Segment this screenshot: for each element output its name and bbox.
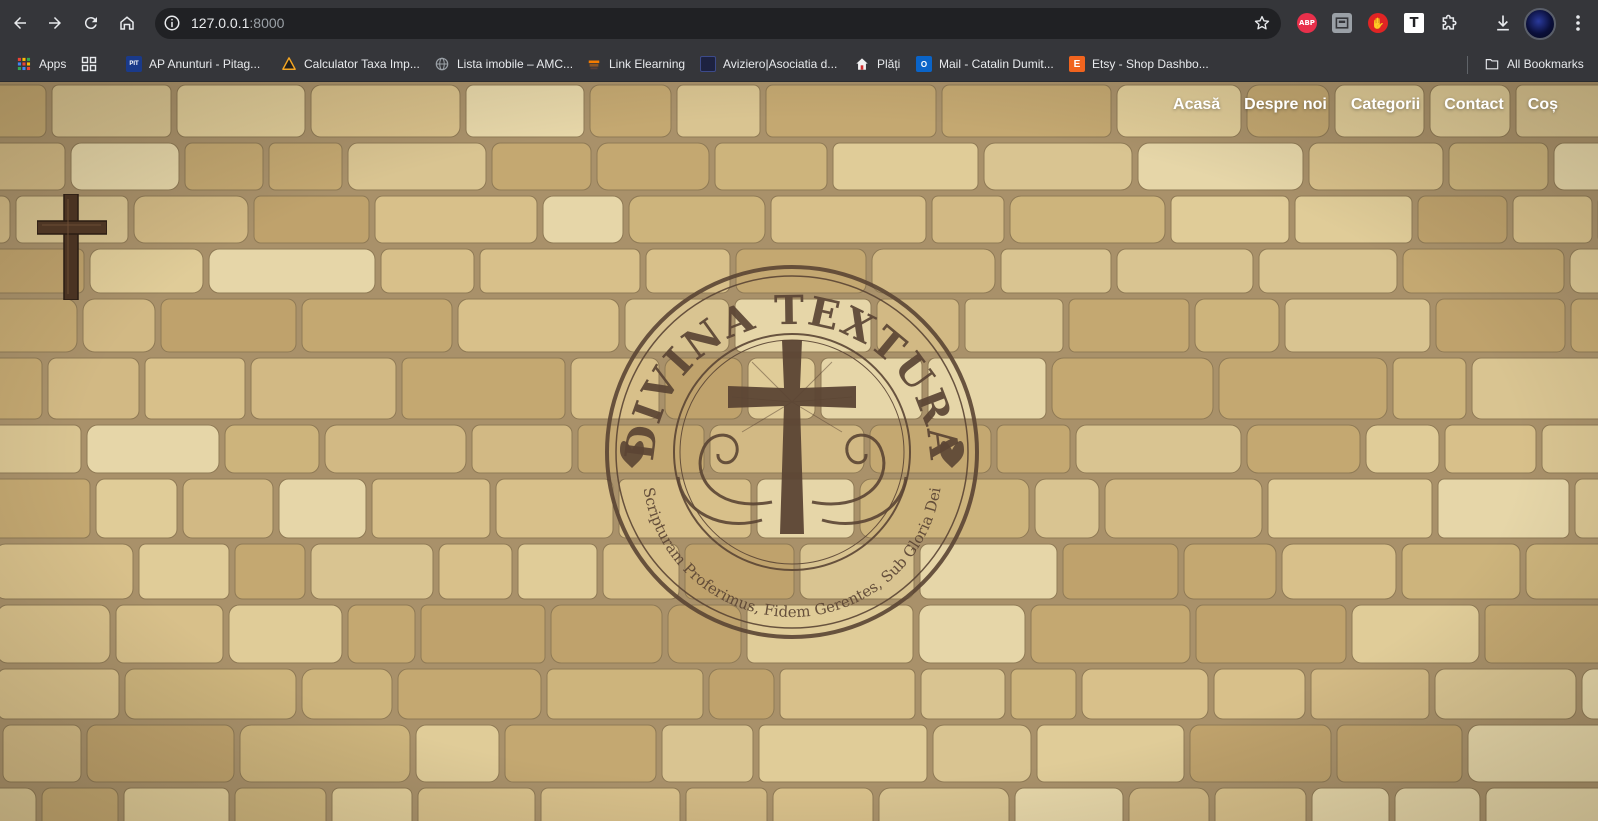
nav-categorii[interactable]: Categorii <box>1351 96 1420 114</box>
apps-icon <box>16 56 32 72</box>
bookmark-lista-imobile[interactable]: Lista imobile – AMC... <box>434 54 573 74</box>
elearning-icon <box>586 56 602 72</box>
house-icon <box>854 56 870 72</box>
t-extension-icon[interactable]: T <box>1404 13 1424 33</box>
bookmarks-bar: Apps PIT AP Anunturi - Pitag... Calculat… <box>0 46 1598 82</box>
url-port: :8000 <box>249 15 285 31</box>
adblock-extension-icon[interactable]: ABP <box>1297 13 1317 33</box>
bookmark-mail[interactable]: O Mail - Catalin Dumit... <box>916 54 1054 74</box>
bookmark-label: AP Anunturi - Pitag... <box>149 57 261 71</box>
bookmark-label: Apps <box>39 57 67 71</box>
extensions-puzzle-icon[interactable] <box>1440 13 1460 33</box>
nav-despre-noi[interactable]: Despre noi <box>1244 96 1327 114</box>
stop-hand-extension-icon[interactable]: ✋ <box>1368 13 1388 33</box>
bookmark-label: Link Elearning <box>609 57 686 71</box>
bookmark-label: Calculator Taxa Imp... <box>304 57 420 71</box>
reload-icon[interactable] <box>78 10 104 36</box>
browser-toolbar: 127.0.0.1:8000 ABP ✋ T <box>0 0 1598 46</box>
calculator-icon <box>281 56 297 72</box>
outlook-icon: O <box>916 56 932 72</box>
bookmark-apps[interactable]: Apps <box>16 54 66 74</box>
bookmark-plati[interactable]: Plăți <box>854 54 900 74</box>
bookmark-label: Mail - Catalin Dumit... <box>939 57 1054 71</box>
globe-icon <box>434 56 450 72</box>
site-navigation: Acasă Despre noi Categorii Contact Coș <box>1173 96 1558 114</box>
folder-icon <box>1484 56 1500 72</box>
site-info-icon[interactable] <box>163 14 181 32</box>
menu-icon[interactable] <box>1570 13 1586 33</box>
back-icon[interactable] <box>7 10 33 36</box>
page-viewport: Acasă Despre noi Categorii Contact Coș D… <box>0 82 1598 821</box>
pit-icon: PIT <box>126 56 142 72</box>
profile-avatar[interactable] <box>1524 8 1556 40</box>
bookmarks-separator <box>1467 56 1468 74</box>
nav-cos[interactable]: Coș <box>1528 96 1558 114</box>
bookmark-star-icon[interactable] <box>1253 14 1271 32</box>
frame-extension-icon[interactable] <box>1332 13 1352 33</box>
all-bookmarks-folder[interactable]: All Bookmarks <box>1484 54 1584 74</box>
bookmark-label: Plăți <box>877 57 901 71</box>
bookmark-link-elearning[interactable]: Link Elearning <box>586 54 685 74</box>
bookmark-label: Etsy - Shop Dashbo... <box>1092 57 1209 71</box>
divina-textura-seal-logo: DIVINA TEXTURA Scripturam Proferimus, Fi… <box>605 265 979 639</box>
bookmark-etsy[interactable]: E Etsy - Shop Dashbo... <box>1069 54 1209 74</box>
bookmark-label: Lista imobile – AMC... <box>457 57 574 71</box>
wooden-cross-icon <box>37 194 107 300</box>
aviziero-icon <box>700 56 716 72</box>
url-text: 127.0.0.1:8000 <box>191 15 284 31</box>
forward-icon[interactable] <box>42 10 68 36</box>
downloads-icon[interactable] <box>1493 13 1513 33</box>
nav-acasa[interactable]: Acasă <box>1173 96 1220 114</box>
bookmark-grid-icon[interactable] <box>81 54 97 74</box>
etsy-icon: E <box>1069 56 1085 72</box>
bookmark-aviziero[interactable]: Aviziero|Asociatia d... <box>700 54 837 74</box>
nav-contact[interactable]: Contact <box>1444 96 1504 114</box>
url-host: 127.0.0.1 <box>191 15 250 31</box>
bookmark-label: Aviziero|Asociatia d... <box>723 57 838 71</box>
home-icon[interactable] <box>114 10 140 36</box>
bookmark-calculator-taxa[interactable]: Calculator Taxa Imp... <box>281 54 420 74</box>
all-bookmarks-label: All Bookmarks <box>1507 57 1584 71</box>
bookmark-ap-anunturi[interactable]: PIT AP Anunturi - Pitag... <box>126 54 260 74</box>
address-bar[interactable]: 127.0.0.1:8000 <box>155 8 1281 39</box>
